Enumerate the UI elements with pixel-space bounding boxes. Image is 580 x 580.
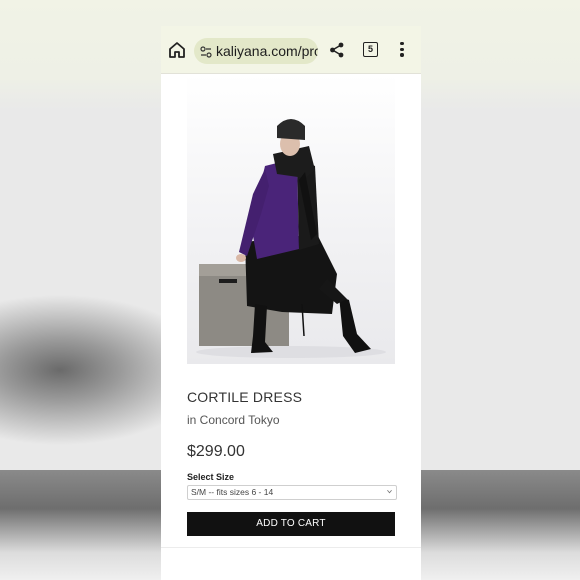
- more-vert-icon[interactable]: [399, 42, 405, 58]
- browser-toolbar: kaliyana.com/prc 5: [161, 26, 421, 74]
- tab-switcher-icon[interactable]: 5: [363, 42, 378, 57]
- collection-label: in Concord Tokyo: [187, 413, 280, 427]
- product-price: $299.00: [187, 443, 245, 460]
- size-dropdown[interactable]: S/M -- fits sizes 6 - 14: [187, 485, 397, 500]
- share-icon[interactable]: [328, 41, 346, 59]
- product-photo[interactable]: [187, 74, 395, 364]
- home-icon[interactable]: [167, 40, 187, 60]
- tune-icon[interactable]: [200, 45, 212, 58]
- address-bar[interactable]: kaliyana.com/prc: [194, 38, 318, 64]
- divider: [161, 547, 421, 548]
- chevron-down-icon: [387, 489, 392, 494]
- size-selected-value: S/M -- fits sizes 6 - 14: [191, 487, 274, 497]
- url-text[interactable]: kaliyana.com/prc: [216, 43, 318, 59]
- product-title: CORTILE DRESS: [187, 389, 303, 405]
- add-to-cart-button[interactable]: ADD TO CART: [187, 512, 395, 536]
- phone-screen: kaliyana.com/prc 5 CORTILE DRESS in Conc…: [161, 26, 421, 580]
- select-size-label: Select Size: [187, 472, 235, 482]
